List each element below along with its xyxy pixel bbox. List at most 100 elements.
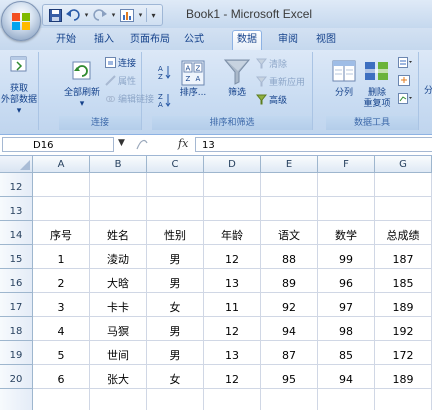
- column-header-a[interactable]: A: [33, 156, 90, 173]
- cell-b13[interactable]: [90, 197, 147, 221]
- tab-home[interactable]: 开始: [52, 31, 80, 49]
- cell-d13[interactable]: [204, 197, 261, 221]
- text-to-columns-button[interactable]: 分列: [328, 54, 360, 99]
- tab-view[interactable]: 视图: [312, 31, 340, 49]
- cell-g16[interactable]: 185: [375, 269, 432, 293]
- undo-icon[interactable]: [65, 7, 81, 23]
- row-header[interactable]: 17: [0, 293, 33, 317]
- cell-e16[interactable]: 89: [261, 269, 318, 293]
- column-header-e[interactable]: E: [261, 156, 318, 173]
- column-header-c[interactable]: C: [147, 156, 204, 173]
- cell-d17[interactable]: 11: [204, 293, 261, 317]
- insert-function-icon[interactable]: fx: [178, 137, 188, 150]
- sort-descending-button[interactable]: ZA: [158, 92, 172, 108]
- column-header-d[interactable]: D: [204, 156, 261, 173]
- data-validation-button[interactable]: [398, 57, 412, 68]
- cell-bx[interactable]: [90, 389, 147, 410]
- redo-icon[interactable]: [92, 7, 108, 23]
- cell-b19[interactable]: 世间: [90, 341, 147, 365]
- filter-button[interactable]: 筛选: [222, 54, 252, 99]
- cell-b12[interactable]: [90, 173, 147, 197]
- redo-dropdown-icon[interactable]: ▾: [110, 7, 117, 23]
- cell-e14[interactable]: 语文: [261, 221, 318, 245]
- clear-filter-button[interactable]: 清除: [256, 57, 287, 70]
- save-icon[interactable]: [47, 7, 63, 23]
- sort-button[interactable]: A Z Z A 排序...: [176, 54, 210, 99]
- customize-qat-icon[interactable]: ▾: [149, 7, 158, 23]
- cell-d16[interactable]: 13: [204, 269, 261, 293]
- cell-gx[interactable]: [375, 389, 432, 410]
- refresh-all-button[interactable]: 全部刷新 ▾: [62, 54, 102, 110]
- cell-d15[interactable]: 12: [204, 245, 261, 269]
- cell-ax[interactable]: [33, 389, 90, 410]
- remove-duplicates-button[interactable]: 删除 重复项: [360, 54, 394, 110]
- row-header[interactable]: 15: [0, 245, 33, 269]
- cell-cx[interactable]: [147, 389, 204, 410]
- cell-a18[interactable]: 4: [33, 317, 90, 341]
- cell-c17[interactable]: 女: [147, 293, 204, 317]
- cell-dx[interactable]: [204, 389, 261, 410]
- cell-b17[interactable]: 卡卡: [90, 293, 147, 317]
- cell-e18[interactable]: 94: [261, 317, 318, 341]
- cell-c12[interactable]: [147, 173, 204, 197]
- cell-f18[interactable]: 98: [318, 317, 375, 341]
- cell-f12[interactable]: [318, 173, 375, 197]
- cell-c19[interactable]: 男: [147, 341, 204, 365]
- cell-e13[interactable]: [261, 197, 318, 221]
- cell-g17[interactable]: 189: [375, 293, 432, 317]
- cell-d12[interactable]: [204, 173, 261, 197]
- cell-d18[interactable]: 12: [204, 317, 261, 341]
- cell-c15[interactable]: 男: [147, 245, 204, 269]
- edit-links-button[interactable]: 编辑链接: [105, 92, 154, 105]
- row-header[interactable]: 12: [0, 173, 33, 197]
- cell-d20[interactable]: 12: [204, 365, 261, 389]
- cell-g20[interactable]: 189: [375, 365, 432, 389]
- advanced-filter-button[interactable]: 高级: [256, 93, 287, 106]
- cell-fx[interactable]: [318, 389, 375, 410]
- cell-b20[interactable]: 张大: [90, 365, 147, 389]
- chart-dropdown-icon[interactable]: ▾: [137, 7, 144, 23]
- cell-a17[interactable]: 3: [33, 293, 90, 317]
- chart-icon[interactable]: [119, 7, 135, 23]
- tab-review[interactable]: 审阅: [274, 31, 302, 49]
- cell-a15[interactable]: 1: [33, 245, 90, 269]
- get-external-data-button[interactable]: 获取 外部数据 ▾: [1, 54, 37, 117]
- cell-a12[interactable]: [33, 173, 90, 197]
- cell-c16[interactable]: 男: [147, 269, 204, 293]
- cell-f14[interactable]: 数学: [318, 221, 375, 245]
- cell-c20[interactable]: 女: [147, 365, 204, 389]
- row-header[interactable]: 20: [0, 365, 33, 389]
- cell-f17[interactable]: 97: [318, 293, 375, 317]
- cell-f19[interactable]: 85: [318, 341, 375, 365]
- tab-insert[interactable]: 插入: [90, 31, 118, 49]
- connections-button[interactable]: 连接: [105, 56, 136, 69]
- cell-a19[interactable]: 5: [33, 341, 90, 365]
- office-button[interactable]: [1, 1, 41, 41]
- column-header-f[interactable]: F: [318, 156, 375, 173]
- cell-a20[interactable]: 6: [33, 365, 90, 389]
- name-box-dropdown-icon[interactable]: ▼: [118, 138, 125, 148]
- cell-e19[interactable]: 87: [261, 341, 318, 365]
- cell-ex[interactable]: [261, 389, 318, 410]
- row-header[interactable]: 19: [0, 341, 33, 365]
- select-all-corner[interactable]: [0, 156, 33, 173]
- cell-f15[interactable]: 99: [318, 245, 375, 269]
- cell-f20[interactable]: 94: [318, 365, 375, 389]
- cell-a14[interactable]: 序号: [33, 221, 90, 245]
- cell-c13[interactable]: [147, 197, 204, 221]
- cell-a16[interactable]: 2: [33, 269, 90, 293]
- cell-c18[interactable]: 男: [147, 317, 204, 341]
- cell-c14[interactable]: 性别: [147, 221, 204, 245]
- cell-g14[interactable]: 总成绩: [375, 221, 432, 245]
- cell-e17[interactable]: 92: [261, 293, 318, 317]
- column-header-b[interactable]: B: [90, 156, 147, 173]
- cell-e20[interactable]: 95: [261, 365, 318, 389]
- cell-b15[interactable]: 淩动: [90, 245, 147, 269]
- row-header[interactable]: 14: [0, 221, 33, 245]
- cell-b14[interactable]: 姓名: [90, 221, 147, 245]
- cell-a13[interactable]: [33, 197, 90, 221]
- formula-input[interactable]: 13: [195, 137, 432, 152]
- column-header-g[interactable]: G: [375, 156, 432, 173]
- cell-f16[interactable]: 96: [318, 269, 375, 293]
- row-header[interactable]: [0, 389, 33, 410]
